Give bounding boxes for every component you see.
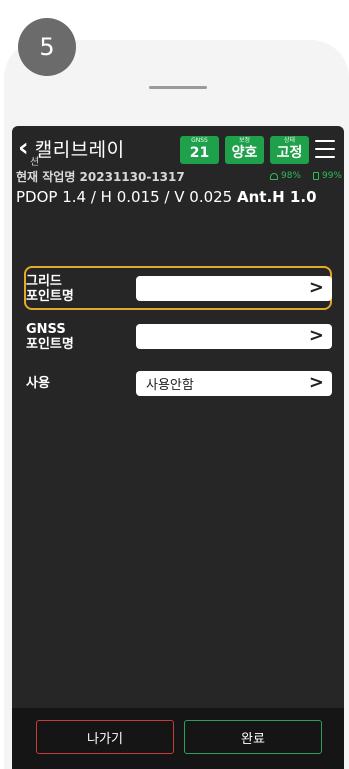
precision-readout: PDOP 1.4 / H 0.015 / V 0.025 Ant.H 1.0 — [16, 188, 317, 206]
wifi-icon — [269, 172, 278, 180]
fix-status-badge: 상태 고정 — [270, 136, 309, 164]
chevron-right-icon: > — [308, 325, 324, 346]
hamburger-menu-icon[interactable] — [315, 140, 335, 158]
gnss-badge: GNSS 21 — [180, 136, 219, 164]
current-job-name: 현재 작업명 20231130-1317 — [16, 170, 185, 184]
use-select[interactable]: 사용안함 > — [136, 371, 332, 396]
use-select-value: 사용안함 — [146, 378, 194, 393]
battery-icon — [312, 172, 319, 180]
status-badges: GNSS 21 보정 양호 상태 고정 — [180, 136, 309, 164]
gnss-point-select[interactable]: > — [136, 324, 332, 349]
use-label: 사용 — [26, 376, 50, 391]
step-number-badge: 5 — [18, 18, 76, 76]
device-status: 98% 99% — [269, 171, 342, 181]
chevron-right-icon: > — [308, 372, 324, 393]
bottom-sheet: ‹ 캘리브레이 션 GNSS 21 보정 양호 상태 고정 현재 작업명 202… — [4, 40, 349, 769]
page-title-overflow: 션 — [30, 157, 40, 168]
done-button[interactable]: 완료 — [184, 720, 322, 754]
exit-button[interactable]: 나가기 — [36, 720, 174, 754]
battery-level: 99% — [321, 171, 342, 181]
correction-badge: 보정 양호 — [225, 136, 264, 164]
use-row: 사용 사용안함 > — [26, 371, 334, 396]
grid-point-label: 그리드 포인트명 — [26, 274, 74, 304]
footer-bar: 나가기 완료 — [12, 708, 344, 769]
antenna-height: Ant.H 1.0 — [237, 188, 317, 206]
gnss-point-label: GNSS 포인트명 — [26, 322, 74, 352]
gnss-point-row: GNSS 포인트명 > — [26, 322, 334, 352]
sheet-drag-handle[interactable] — [149, 86, 207, 89]
chevron-right-icon: > — [308, 277, 324, 298]
app-screen: ‹ 캘리브레이 션 GNSS 21 보정 양호 상태 고정 현재 작업명 202… — [12, 126, 344, 769]
wifi-level: 98% — [280, 171, 301, 181]
page-title: 캘리브레이 — [34, 138, 125, 161]
chevron-left-icon: ‹ — [18, 133, 29, 163]
grid-point-row: 그리드 포인트명 > — [26, 274, 334, 304]
grid-point-select[interactable]: > — [136, 276, 332, 301]
